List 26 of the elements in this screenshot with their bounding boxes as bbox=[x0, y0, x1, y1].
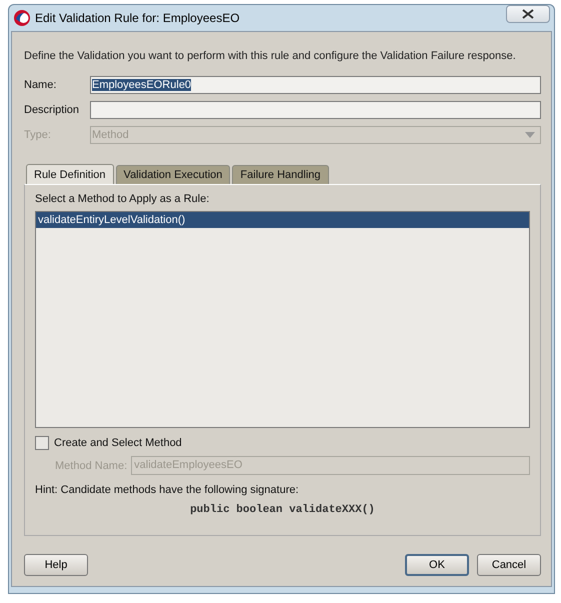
text-field[interactable]: EmployeesEORule0 bbox=[90, 76, 541, 94]
checkbox-label: Create and Select Method bbox=[54, 437, 182, 449]
close-icon bbox=[522, 9, 534, 19]
field-label: Name: bbox=[24, 79, 58, 91]
field-label: Method Name: bbox=[55, 460, 128, 472]
field-label: Type: bbox=[24, 129, 52, 141]
intro-text: Define the Validation you want to perform with this rule and configure the Validation Failure response. bbox=[24, 50, 517, 62]
ok-button[interactable]: OK bbox=[405, 554, 469, 576]
list-item[interactable]: validateEntiryLevelValidation() bbox=[36, 212, 529, 228]
caret-icon bbox=[525, 132, 535, 138]
hint-text: Hint: Candidate methods have the following signature: bbox=[35, 484, 300, 496]
cancel-button[interactable]: Cancel bbox=[477, 554, 541, 576]
field-value: Method bbox=[92, 129, 129, 141]
tab[interactable]: Rule Definition bbox=[26, 164, 114, 184]
text-field[interactable] bbox=[90, 101, 541, 119]
close-button[interactable] bbox=[506, 5, 550, 23]
tab[interactable]: Validation Execution bbox=[116, 165, 230, 184]
tab[interactable]: Failure Handling bbox=[232, 165, 329, 184]
field-label: Description bbox=[24, 104, 80, 116]
checkbox[interactable] bbox=[35, 436, 49, 450]
window-title: Edit Validation Rule for: EmployeesEO bbox=[35, 11, 240, 25]
code-signature: public boolean validateXXX() bbox=[189, 504, 376, 516]
field-value: EmployeesEORule0 bbox=[92, 79, 192, 91]
list-label: Select a Method to Apply as a Rule: bbox=[35, 193, 210, 205]
help-button[interactable]: Help bbox=[24, 554, 88, 576]
app-logo-icon bbox=[13, 9, 31, 27]
